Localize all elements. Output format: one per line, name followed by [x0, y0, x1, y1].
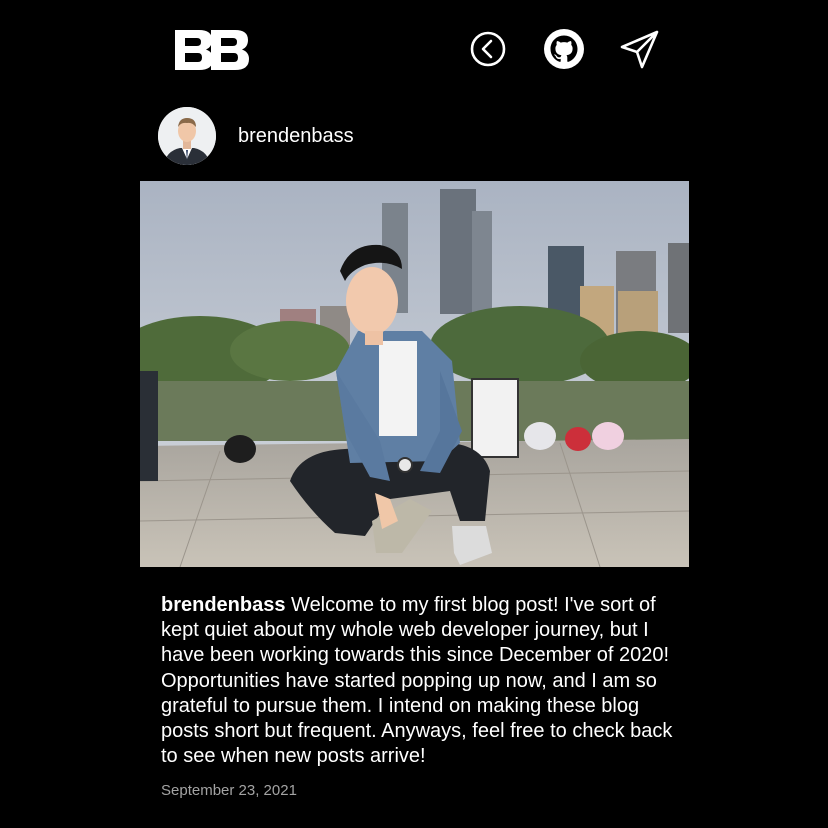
caption-text: Welcome to my first blog post! I've sort…: [161, 594, 673, 768]
github-icon[interactable]: [542, 27, 586, 71]
avatar-portrait-image: [158, 107, 216, 165]
post-photo: [140, 181, 689, 567]
city-skyline-photo: [140, 181, 689, 567]
post-date: September 23, 2021: [161, 782, 297, 799]
profile-username[interactable]: brendenbass: [238, 125, 354, 148]
send-paper-plane-icon[interactable]: [618, 27, 662, 71]
avatar[interactable]: [158, 107, 216, 165]
site-header: [0, 0, 828, 100]
caption-username[interactable]: brendenbass: [161, 594, 285, 616]
post-author: brendenbass: [158, 106, 354, 166]
bb-logo[interactable]: [175, 30, 249, 70]
post-caption: brendenbass Welcome to my first blog pos…: [161, 593, 681, 769]
back-arrow-circle-icon[interactable]: [466, 27, 510, 71]
